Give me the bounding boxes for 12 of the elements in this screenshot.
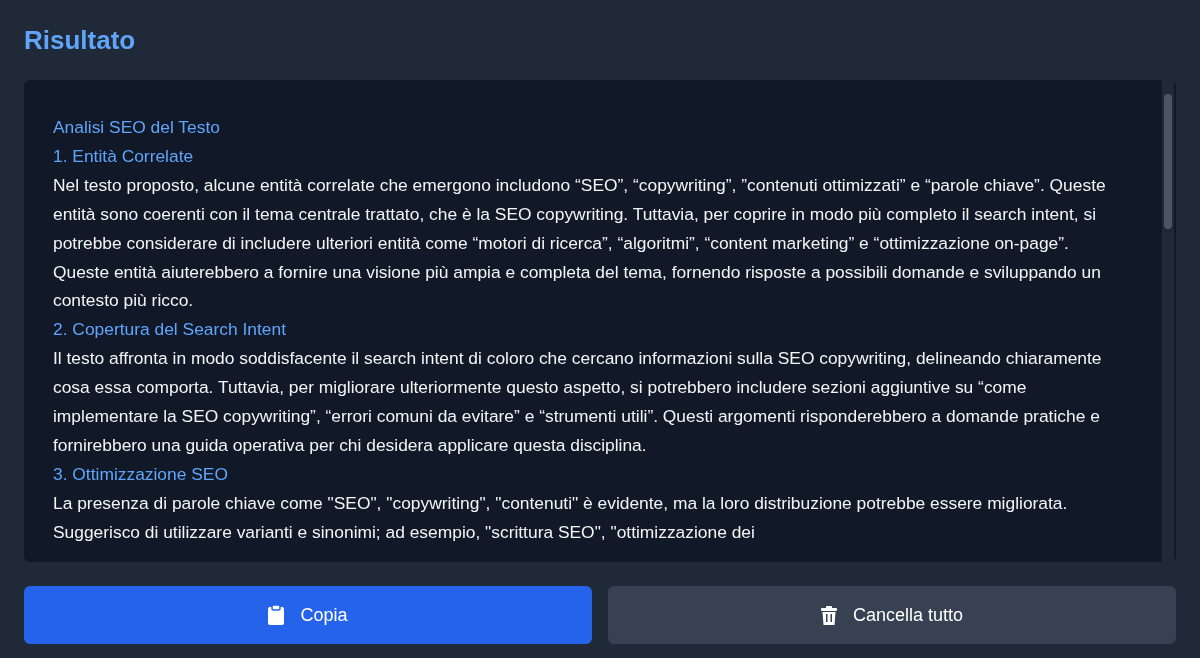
paragraph: La presenza di parole chiave come "SEO", "copywriting", "contenuti" è evidente, ma la loro distribuzione potrebbe essere migliorata. Suggerisco di utilizzare varianti e sinonimi; ad esempio, "scrittura SEO", "ottimizzazione dei — [53, 491, 1069, 544]
section-heading: 2. Copertura del Search Intent — [53, 318, 287, 342]
copy-button[interactable]: Copia — [24, 586, 592, 644]
section-title: Risultato — [24, 24, 137, 56]
clear-button[interactable]: Cancella tutto — [608, 586, 1176, 644]
section-heading: Analisi SEO del Testo — [53, 116, 221, 139]
section-heading: 3. Ottimizzazione SEO — [53, 462, 229, 486]
paragraph: Il testo affronta in modo soddisfacente il search intent di coloro che cercano informazioni sulla SEO copywriting, delineando chiaramente cosa essa comporta. Tuttavia, per migliorare ulteriormente questo aspetto, si potrebbero includere sezioni aggiuntive su “come implementare la SEO copywriting”, “errori comuni da evitare” e “strumenti utili”. Questi argomenti risponderebbero a domande pratiche e fornirebbero una guida operativa per chi desidera applicare questa disciplina. — [53, 347, 1103, 457]
paragraph: Nel testo proposto, alcune entità correlate che emergono includono “SEO”, “copywriting”, ”contenuti ottimizzati” e “parole chiave”. Queste entità sono coerenti con il tema centrale trattato, che è la SEO copywriting. Tuttavia, per coprire in modo più completo il search intent, si potrebbe considerare di includere ulteriori entità come “motori di ricerca”, “algoritmi”, “content marketing” e “ottimizzazione on-page”. Queste entità aiuterebbero a fornire una visione più ampia e completa del tema, fornendo risposte a possibili domande e sviluppando un contesto più ricco. — [53, 173, 1107, 313]
trash-icon — [820, 605, 837, 625]
clipboard-icon — [268, 605, 285, 625]
section-heading: 1. Entità Correlate — [53, 144, 195, 168]
